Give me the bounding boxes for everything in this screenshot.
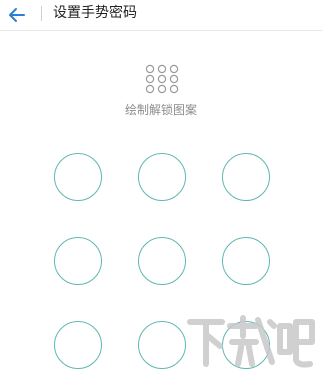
pattern-node-8[interactable] xyxy=(138,321,186,369)
pattern-node-2[interactable] xyxy=(138,153,186,201)
gesture-password-screen: 设置手势密码 绘制解锁图案 xyxy=(0,0,322,378)
site-watermark-logo xyxy=(187,315,315,368)
pattern-node-6[interactable] xyxy=(222,237,270,285)
pattern-node-1[interactable] xyxy=(54,153,102,201)
pattern-node-3[interactable] xyxy=(222,153,270,201)
pattern-node-4[interactable] xyxy=(54,237,102,285)
pattern-node-7[interactable] xyxy=(54,321,102,369)
pattern-node-5[interactable] xyxy=(138,237,186,285)
